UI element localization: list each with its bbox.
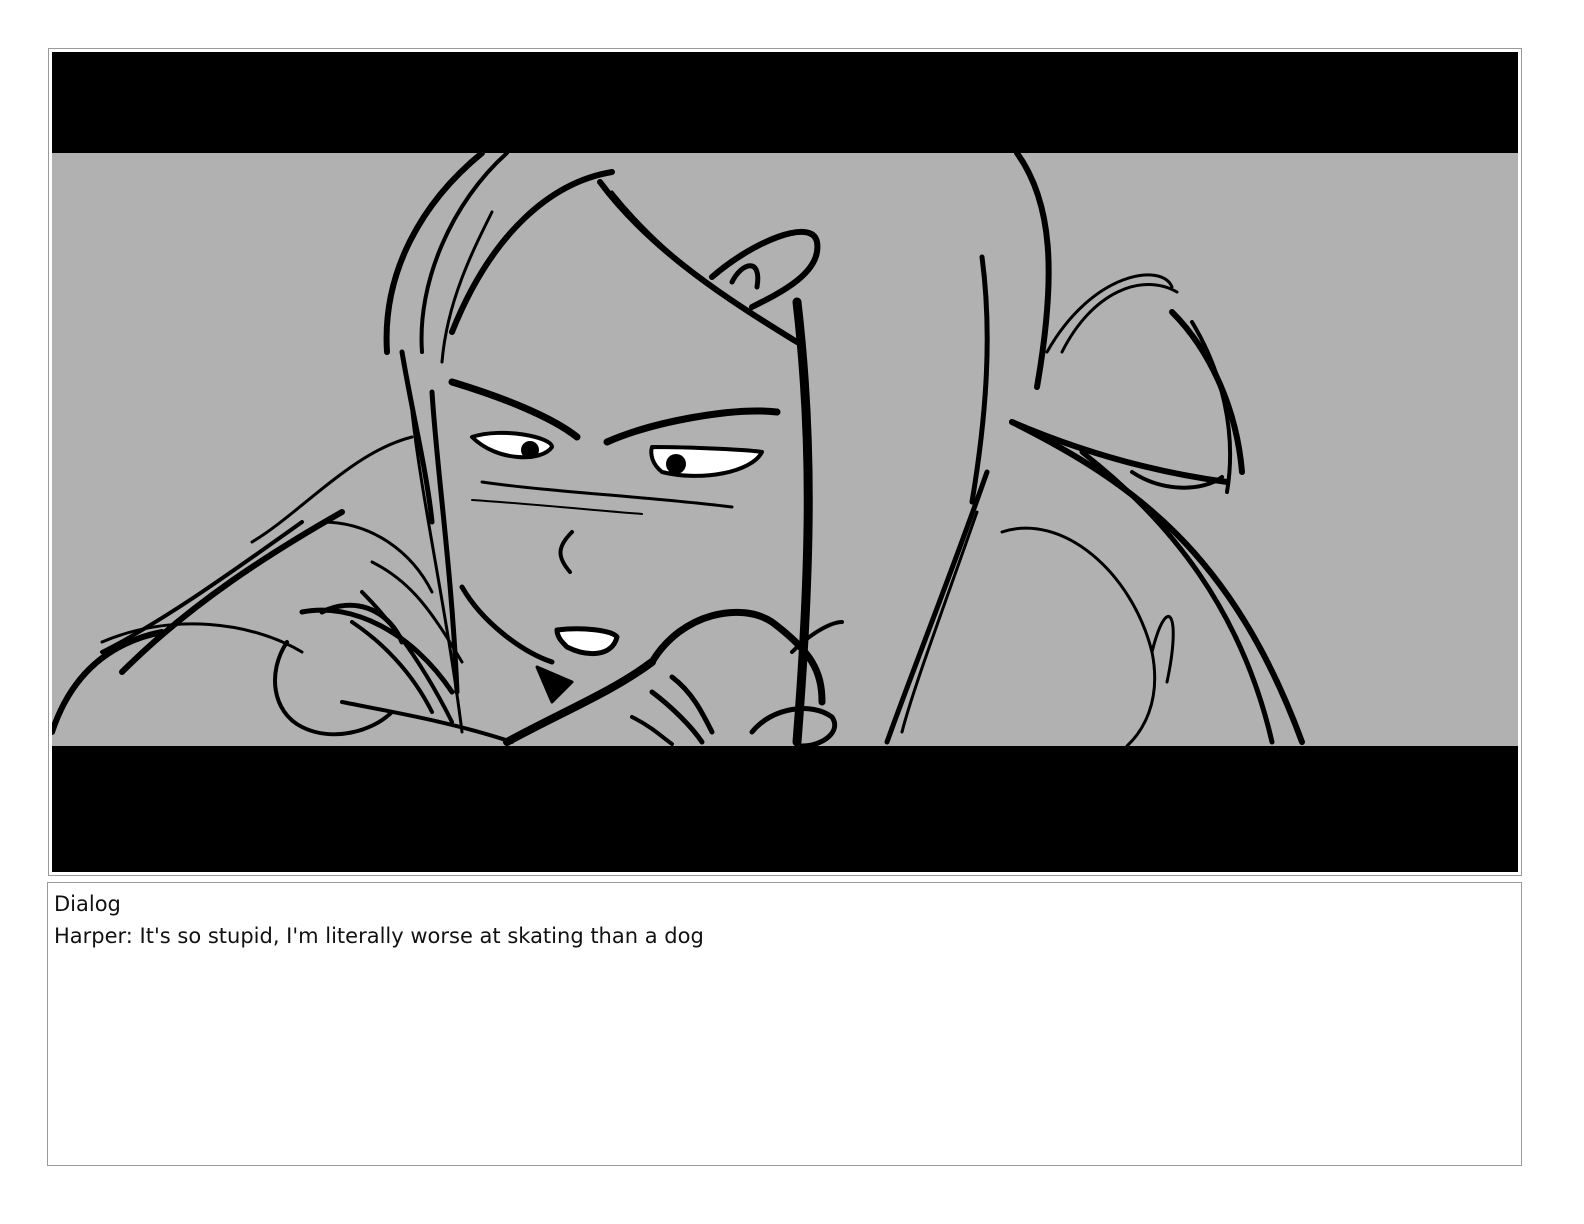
storyboard-panel-image — [52, 52, 1518, 872]
dialog-box: Dialog Harper: It's so stupid, I'm liter… — [47, 882, 1522, 1166]
dialog-heading: Dialog — [54, 892, 121, 916]
scene-background — [52, 153, 1518, 746]
dialog-line: Harper: It's so stupid, I'm literally wo… — [54, 924, 704, 948]
storyboard-panel-frame — [48, 48, 1522, 876]
storyboard-sketch — [52, 52, 1518, 872]
